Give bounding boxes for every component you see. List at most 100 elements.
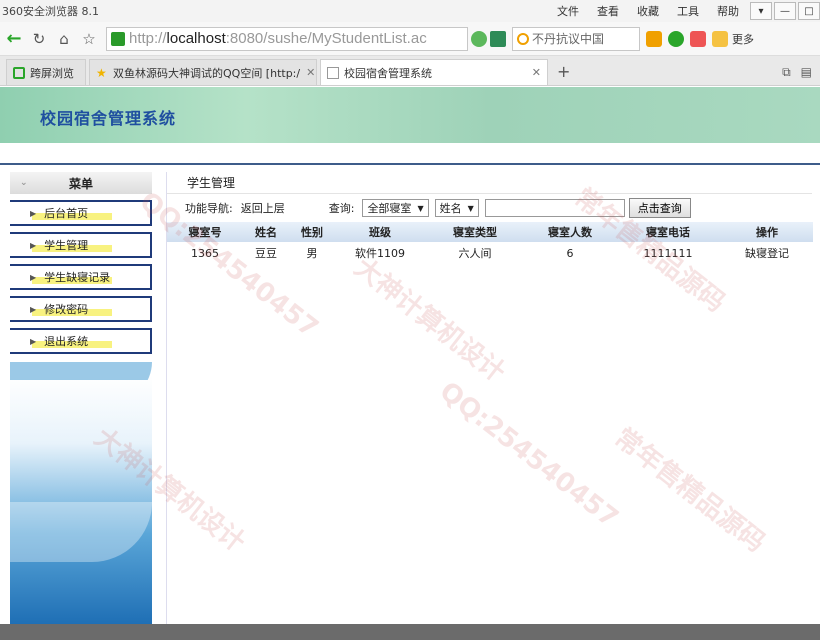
page-icon [327, 66, 339, 79]
security-check-icon[interactable] [471, 30, 487, 47]
query-button[interactable]: 点击查询 [628, 198, 691, 218]
url-prefix: http:// [129, 30, 167, 47]
back-arrow-icon[interactable]: ← [3, 28, 25, 50]
home-icon[interactable]: ⌂ [53, 28, 75, 50]
new-tab-button[interactable]: + [557, 62, 570, 81]
collapse-arrow-icon[interactable]: ⌄ [20, 178, 28, 188]
browser-app-title: 360安全浏览器 8.1 [2, 5, 99, 18]
url-host: localhost [166, 30, 226, 47]
decorative-wave [10, 362, 152, 402]
cell-room-phone: 1111111 [643, 246, 693, 260]
table-row: 1365 豆豆 男 软件1109 六人间 6 1111111 缺寝登记 [167, 242, 813, 264]
sidebar-header[interactable]: ⌄ 菜单 [10, 172, 152, 194]
cell-room-number: 1365 [191, 246, 219, 260]
sidebar-item-label: 学生缺寝记录 [44, 271, 111, 284]
col-name: 姓名 [243, 222, 289, 242]
field-select-value: 姓名 [439, 202, 462, 215]
triangle-right-icon: ▶ [30, 304, 37, 314]
triangle-right-icon: ▶ [30, 208, 37, 218]
tab-label: 双鱼林源码大神调试的QQ空间 [http:/ [113, 66, 301, 80]
more-button[interactable]: 更多 [732, 31, 754, 47]
sidebar-item-home[interactable]: ▶ 后台首页 [10, 200, 152, 226]
query-input[interactable] [484, 199, 625, 217]
sidebar-item-label: 后台首页 [44, 207, 89, 220]
sidebar-header-label: 菜单 [68, 176, 93, 191]
url-input[interactable]: http://localhost:8080/sushe/MyStudentLis… [106, 26, 468, 51]
absence-register-link[interactable]: 缺寝登记 [721, 242, 813, 264]
menu-file[interactable]: 文件 [548, 3, 588, 19]
address-bar: ← ↻ ⌂ ☆ http://localhost:8080/sushe/MySt… [0, 22, 820, 56]
star-icon: ★ [96, 65, 107, 80]
phone-icon [13, 66, 25, 79]
cell-room-type: 六人间 [458, 247, 492, 260]
query-label: 查询: [328, 202, 355, 215]
translate-icon[interactable] [690, 30, 706, 47]
tab-qq-space[interactable]: ★ 双鱼林源码大神调试的QQ空间 [http:/ ✕ [89, 59, 317, 85]
search-engine-icon [517, 32, 529, 45]
cell-gender: 男 [306, 247, 318, 260]
triangle-right-icon: ▶ [30, 272, 37, 282]
shield-icon [111, 31, 125, 46]
sidebar-item-absence-records[interactable]: ▶ 学生缺寝记录 [10, 264, 152, 290]
tab-bar-tools: ⧉ ▤ [782, 65, 820, 80]
tab-dormitory-system[interactable]: 校园宿舍管理系统 ✕ [320, 59, 548, 85]
search-input[interactable]: 不丹抗议中国 [512, 26, 640, 51]
back-link[interactable]: 返回上层 [241, 200, 285, 216]
status-bar [0, 624, 820, 640]
col-room-number: 寝室号 [167, 222, 243, 242]
room-select-value: 全部寝室 [367, 202, 412, 215]
url-rest: :8080/sushe/MyStudentList.ac [225, 30, 427, 47]
section-title: 学生管理 [167, 172, 812, 194]
cell-class: 软件1109 [355, 247, 405, 260]
table-header-row: 寝室号 姓名 性别 班级 寝室类型 寝室人数 寝室电话 操作 [167, 222, 813, 242]
menu-tools[interactable]: 工具 [668, 3, 708, 19]
browser-titlebar: 360安全浏览器 8.1 文件 查看 收藏 工具 帮助 ▾ — □ [0, 0, 820, 22]
triangle-right-icon: ▶ [30, 336, 37, 346]
sidebar-item-student-management[interactable]: ▶ 学生管理 [10, 232, 152, 258]
sidebar-item-label: 修改密码 [44, 303, 89, 316]
apps-grid-icon[interactable] [646, 30, 662, 47]
sidebar: ⌄ 菜单 ▶ 后台首页 ▶ 学生管理 ▶ 学生缺寝记录 ▶ 修改密码 ▶ 退出系… [10, 172, 152, 624]
menu-help[interactable]: 帮助 [708, 3, 748, 19]
tab-bar: 跨屏浏览 ★ 双鱼林源码大神调试的QQ空间 [http:/ ✕ 校园宿舍管理系统… [0, 56, 820, 86]
tab-label: 跨屏浏览 [30, 66, 74, 80]
cell-name: 豆豆 [255, 247, 277, 260]
speed-mode-icon[interactable] [490, 30, 506, 47]
close-icon[interactable]: ✕ [526, 66, 541, 79]
sidebar-item-logout[interactable]: ▶ 退出系统 [10, 328, 152, 354]
student-table: 寝室号 姓名 性别 班级 寝室类型 寝室人数 寝室电话 操作 1365 豆豆 男… [167, 222, 813, 264]
room-select[interactable]: 全部寝室 ▼ [362, 199, 429, 217]
col-gender: 性别 [289, 222, 335, 242]
menu-favorites[interactable]: 收藏 [628, 3, 668, 19]
col-class: 班级 [335, 222, 425, 242]
refresh-icon[interactable]: ↻ [28, 28, 50, 50]
sidebar-item-label: 退出系统 [44, 335, 89, 348]
search-text: 不丹抗议中国 [532, 32, 605, 46]
menu-view[interactable]: 查看 [588, 3, 628, 19]
close-icon[interactable]: ✕ [300, 66, 315, 79]
minimize-icon[interactable]: — [774, 2, 796, 20]
gift-icon[interactable] [712, 30, 728, 47]
chevron-down-icon: ▼ [417, 203, 424, 213]
banner-divider [0, 143, 820, 165]
chevron-down-icon: ▼ [467, 203, 474, 213]
star-icon[interactable]: ☆ [78, 28, 100, 50]
col-room-occupancy: 寝室人数 [525, 222, 615, 242]
sidebar-item-label: 学生管理 [44, 239, 89, 252]
maximize-icon[interactable]: □ [798, 2, 820, 20]
sidebar-item-change-password[interactable]: ▶ 修改密码 [10, 296, 152, 322]
col-room-type: 寝室类型 [425, 222, 525, 242]
money-icon[interactable] [668, 30, 684, 47]
restore-tabs-icon[interactable]: ⧉ [782, 65, 791, 80]
tab-list-icon[interactable]: ▤ [801, 65, 812, 80]
site-title: 校园宿舍管理系统 [40, 109, 177, 128]
col-room-phone: 寝室电话 [615, 222, 721, 242]
skin-icon[interactable]: ▾ [750, 2, 772, 20]
main-content: 学生管理 功能导航: 返回上层 查询: 全部寝室 ▼ 姓名 ▼ 点击查询 寝室号… [166, 172, 813, 624]
cell-room-occupancy: 6 [566, 246, 574, 260]
site-banner: 校园宿舍管理系统 [0, 87, 820, 143]
decorative-wave [10, 502, 152, 562]
nav-label: 功能导航: [185, 202, 233, 215]
field-select[interactable]: 姓名 ▼ [434, 199, 479, 217]
tab-cross-screen[interactable]: 跨屏浏览 [6, 59, 86, 85]
